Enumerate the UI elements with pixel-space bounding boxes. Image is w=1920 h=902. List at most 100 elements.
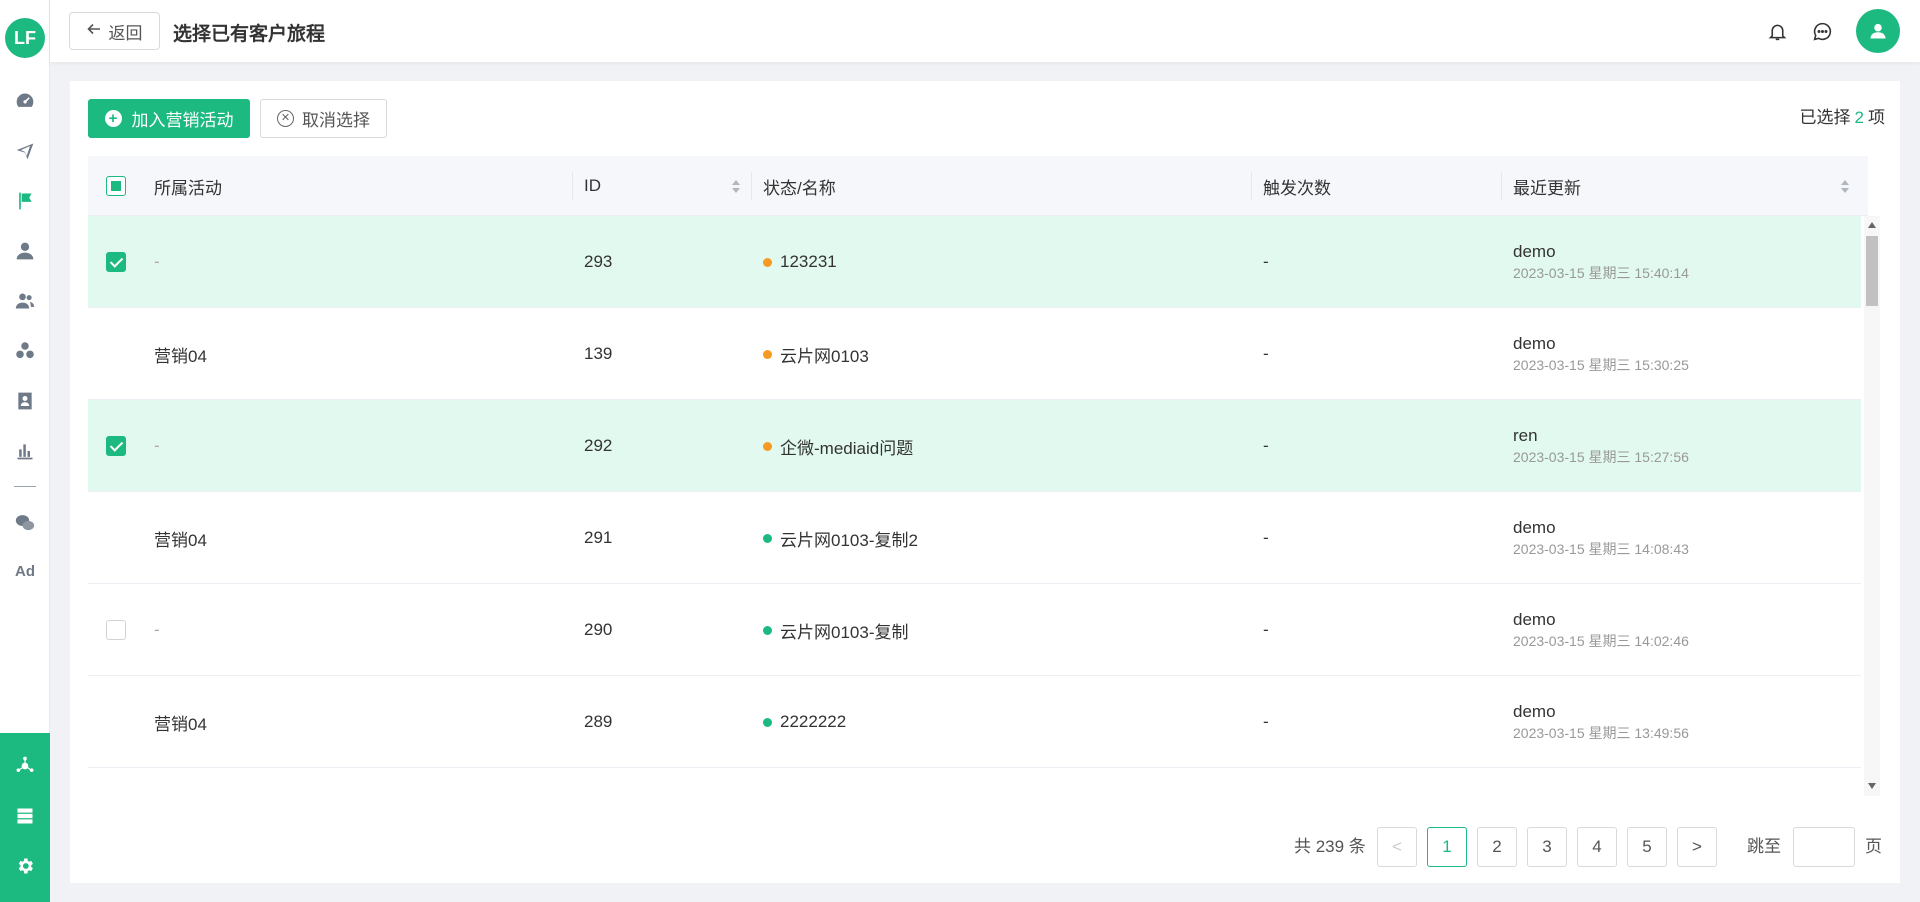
column-id[interactable]: ID (584, 156, 601, 216)
journey-name[interactable]: 2222222 (780, 712, 846, 732)
journey-name[interactable]: 123231 (780, 252, 837, 272)
column-activity: 所属活动 (154, 178, 222, 198)
jump-page-input[interactable] (1793, 827, 1855, 867)
flag-icon[interactable] (13, 189, 37, 213)
status-dot-icon (763, 625, 772, 635)
selected-count: 2 (1854, 108, 1864, 127)
row-checkbox[interactable] (106, 436, 126, 456)
table-row[interactable]: 营销04 289 2222222 - demo 2023-03-15 星期三 13:49:… (88, 676, 1861, 768)
ad-icon[interactable]: Ad (13, 563, 37, 580)
journey-name[interactable]: 企微-mediaid问题 (780, 434, 913, 459)
last-updated-cell: ren (1513, 768, 1538, 796)
table-row[interactable]: - 293 123231 - demo 2023-03-15 星期三 15:40:14 (88, 216, 1861, 308)
row-checkbox[interactable] (106, 620, 126, 640)
prev-page-button[interactable]: < (1377, 827, 1417, 867)
table-row[interactable]: 营销04 139 云片网0103 - demo 2023-03-15 星期三 15:30:… (88, 308, 1861, 400)
activity-cell: 营销04 (154, 530, 207, 550)
main-panel: + 加入营销活动 ✕ 取消选择 已选择 2 项 所属活动 ID 状态/名称 触发次数… (70, 81, 1900, 883)
status-name-cell: 云片网0103-复制2 (763, 492, 918, 584)
select-all-checkbox[interactable] (106, 176, 126, 196)
updated-by: demo (1513, 242, 1556, 261)
page-button-1[interactable]: 1 (1427, 827, 1467, 867)
last-updated-cell: demo 2023-03-15 星期三 14:08:43 (1513, 492, 1689, 584)
user-icon[interactable] (13, 239, 37, 263)
journey-name[interactable]: 云片网0103-复制 (780, 618, 908, 643)
updated-time: 2023-03-15 星期三 15:30:25 (1513, 357, 1689, 373)
updated-time: 2023-03-15 星期三 14:08:43 (1513, 541, 1689, 557)
table-row[interactable]: - 292 企微-mediaid问题 - ren 2023-03-15 星期三 15:27… (88, 400, 1861, 492)
activity-cell: - (154, 252, 160, 271)
column-status-name: 状态/名称 (763, 178, 836, 198)
bar-chart-icon[interactable] (13, 439, 37, 463)
status-name-cell: 云片网0103 (763, 308, 869, 400)
app-logo[interactable]: LF (5, 18, 45, 58)
page-button-5[interactable]: 5 (1627, 827, 1667, 867)
activity-cell: - (154, 620, 160, 639)
status-name-cell: 企微-mediaid问题 (763, 400, 913, 492)
close-circle-icon: ✕ (277, 110, 294, 127)
add-to-campaign-button[interactable]: + 加入营销活动 (88, 99, 250, 138)
updated-sort-icon[interactable] (1840, 180, 1850, 194)
updated-by: demo (1513, 334, 1556, 353)
bell-icon[interactable] (1765, 19, 1789, 43)
data-icon[interactable] (13, 804, 37, 828)
table-header: 所属活动 ID 状态/名称 触发次数 最近更新 (88, 156, 1868, 216)
back-button[interactable]: 返回 (69, 12, 160, 50)
settings-icon[interactable] (13, 854, 37, 878)
trigger-count-cell: - (1263, 436, 1269, 455)
last-updated-cell: demo 2023-03-15 星期三 13:49:56 (1513, 676, 1689, 768)
row-checkbox[interactable] (106, 252, 126, 272)
updated-time: 2023-03-15 星期三 15:40:14 (1513, 265, 1689, 281)
id-sort-icon[interactable] (731, 180, 741, 194)
wechat-icon[interactable] (13, 511, 37, 535)
connect-icon[interactable] (13, 754, 37, 778)
column-last-updated[interactable]: 最近更新 (1513, 156, 1581, 216)
id-cell: 289 (584, 712, 613, 731)
id-cell: 291 (584, 528, 613, 547)
status-dot-icon (763, 349, 772, 359)
id-cell: 292 (584, 436, 613, 455)
scrollbar-thumb[interactable] (1866, 236, 1878, 306)
last-updated-cell: ren 2023-03-15 星期三 15:27:56 (1513, 400, 1689, 492)
message-icon[interactable] (1810, 19, 1834, 43)
journey-name[interactable]: 云片网0103-复制2 (780, 526, 918, 551)
status-name-cell: 123231 (763, 216, 837, 308)
cluster-icon[interactable] (13, 339, 37, 363)
page-button-3[interactable]: 3 (1527, 827, 1567, 867)
scroll-up-arrow-icon[interactable] (1868, 222, 1876, 228)
column-trigger-count: 触发次数 (1263, 178, 1331, 198)
column-divider (572, 172, 573, 200)
avatar-user-icon (1870, 23, 1886, 39)
updated-by: demo (1513, 610, 1556, 629)
users-icon[interactable] (13, 289, 37, 313)
avatar[interactable] (1856, 9, 1900, 53)
updated-time: 2023-03-15 星期三 13:49:56 (1513, 725, 1689, 741)
column-divider (1501, 172, 1502, 200)
trigger-count-cell: - (1263, 712, 1269, 731)
back-label: 返回 (108, 23, 143, 43)
scroll-down-arrow-icon[interactable] (1868, 783, 1876, 789)
status-dot-icon (763, 533, 772, 543)
column-divider (1251, 172, 1252, 200)
table-row[interactable]: ren (88, 768, 1861, 796)
sidebar: LF Ad (0, 0, 50, 902)
table-row[interactable]: - 290 云片网0103-复制 - demo 2023-03-15 星期三 14:02:… (88, 584, 1861, 676)
chevron-left-icon: < (1392, 837, 1402, 856)
selected-suffix: 项 (1868, 108, 1885, 127)
cancel-selection-button[interactable]: ✕ 取消选择 (260, 99, 387, 138)
page-button-2[interactable]: 2 (1477, 827, 1517, 867)
sidebar-divider (14, 486, 36, 487)
table-row[interactable]: 营销04 291 云片网0103-复制2 - demo 2023-03-15 星期三 14… (88, 492, 1861, 584)
status-dot-icon (763, 257, 772, 267)
page-button-4[interactable]: 4 (1577, 827, 1617, 867)
journey-name[interactable]: 云片网0103 (780, 342, 869, 367)
arrow-left-icon (86, 21, 101, 41)
activity-cell: - (154, 436, 160, 455)
contact-card-icon[interactable] (13, 389, 37, 413)
table-scrollbar[interactable] (1864, 216, 1880, 796)
selected-count-text: 已选择 2 项 (1800, 103, 1885, 128)
next-page-button[interactable]: > (1677, 827, 1717, 867)
send-icon[interactable] (13, 139, 37, 163)
dashboard-icon[interactable] (13, 89, 37, 113)
jump-to-label: 跳至 (1747, 837, 1781, 856)
